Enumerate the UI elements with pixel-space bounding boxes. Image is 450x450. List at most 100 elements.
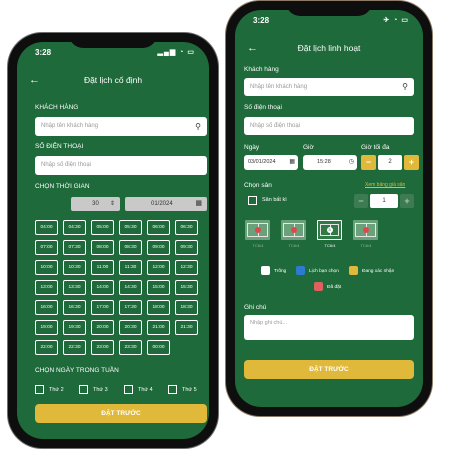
court-caption: TC6/4 xyxy=(252,243,264,248)
time-slot[interactable]: 08:30 xyxy=(119,240,142,255)
time-slot[interactable]: 04:00 xyxy=(35,220,58,235)
court-marker-icon: 3 xyxy=(326,227,333,233)
phone-label: Số điện thoại xyxy=(244,104,282,111)
any-court-checkbox[interactable] xyxy=(248,196,257,205)
max-hours-increase-button[interactable]: + xyxy=(404,155,419,170)
time-slot[interactable]: 08:00 xyxy=(91,240,114,255)
time-slot[interactable]: 23:30 xyxy=(119,340,142,355)
time-slot[interactable]: 16:00 xyxy=(35,300,58,315)
checkbox-icon xyxy=(79,385,88,395)
time-slot[interactable]: 14:00 xyxy=(91,280,114,295)
time-slot[interactable]: 14:30 xyxy=(119,280,142,295)
time-slot[interactable]: 13:00 xyxy=(35,280,58,295)
legend-swatch xyxy=(261,266,270,275)
date-picker[interactable]: 01/2024 ▦ xyxy=(125,197,207,211)
calendar-icon: ▦ xyxy=(195,200,202,207)
legend-label: Trống xyxy=(274,268,287,274)
time-slot[interactable]: 17:30 xyxy=(119,300,142,315)
time-slot[interactable]: 18:00 xyxy=(147,300,170,315)
week-label: CHỌN NGÀY TRONG TUẦN xyxy=(35,367,119,374)
max-hours-decrease-button[interactable]: − xyxy=(361,155,376,170)
court-tile[interactable] xyxy=(353,220,378,240)
time-slot[interactable]: 13:30 xyxy=(63,280,86,295)
time-slot[interactable]: 20:30 xyxy=(119,320,142,335)
time-slot[interactable]: 06:00 xyxy=(147,220,170,235)
max-hours-value: 2 xyxy=(378,155,402,170)
court-tile[interactable] xyxy=(281,220,306,240)
time-label: Giờ xyxy=(303,144,314,151)
submit-button[interactable]: ĐẶT TRƯỚC xyxy=(244,360,414,379)
weekday-checkbox-tue[interactable]: Thứ 3 xyxy=(79,385,108,395)
submit-button[interactable]: ĐẶT TRƯỚC xyxy=(35,404,207,423)
time-slot[interactable]: 11:30 xyxy=(119,260,142,275)
time-slot[interactable]: 21:00 xyxy=(147,320,170,335)
court-marker-icon xyxy=(254,227,261,233)
time-slot[interactable]: 18:30 xyxy=(175,300,198,315)
time-slot[interactable]: 09:30 xyxy=(175,240,198,255)
time-slot[interactable]: 10:30 xyxy=(63,260,86,275)
clock-icon: ◷ xyxy=(348,159,354,165)
legend-label: Đã đặt xyxy=(327,284,342,290)
note-textarea[interactable]: Nhập ghi chú... xyxy=(244,315,414,340)
time-slot[interactable]: 12:00 xyxy=(147,260,170,275)
phone-placeholder: Nhập số điện thoại xyxy=(250,123,301,129)
duration-value: 30 xyxy=(92,201,99,207)
time-slot[interactable]: 06:30 xyxy=(175,220,198,235)
checkbox-icon xyxy=(168,385,177,395)
time-slot[interactable]: 16:30 xyxy=(63,300,86,315)
legend-swatch xyxy=(349,266,358,275)
weekday-checkbox-wed[interactable]: Thứ 4 xyxy=(124,385,153,395)
time-slot[interactable]: 21:30 xyxy=(175,320,198,335)
any-court-label: Sân bất kì xyxy=(262,197,287,203)
time-slot[interactable]: 17:00 xyxy=(91,300,114,315)
weekday-checkbox-mon[interactable]: Thứ 2 xyxy=(35,385,64,395)
time-slot[interactable]: 04:30 xyxy=(63,220,86,235)
time-slot[interactable]: 22:00 xyxy=(35,340,58,355)
time-slot[interactable]: 22:30 xyxy=(63,340,86,355)
weekday-checkbox-thu[interactable]: Thứ 5 xyxy=(168,385,197,395)
time-slot[interactable]: 23:00 xyxy=(91,340,114,355)
search-icon[interactable]: ⚲ xyxy=(402,78,408,96)
time-slot[interactable]: 09:00 xyxy=(147,240,170,255)
weekday-label: Thứ 3 xyxy=(93,387,108,393)
court-tile[interactable] xyxy=(245,220,270,240)
time-slot[interactable]: 07:00 xyxy=(35,240,58,255)
time-slot[interactable]: 15:30 xyxy=(175,280,198,295)
time-slot[interactable]: 07:30 xyxy=(63,240,86,255)
phone-flexible-booking: 3:28 ✈ ◔ ▭ ← Đặt lịch linh hoạt Khách hà… xyxy=(226,1,432,416)
legend-pending: Đang xác nhận xyxy=(349,266,394,276)
duration-stepper[interactable]: 30 ⇕ xyxy=(71,197,120,211)
time-slot[interactable]: 11:00 xyxy=(91,260,114,275)
status-bar: 3:28 ✈ ◔ ▭ xyxy=(235,16,423,28)
court-tile[interactable]: 3 xyxy=(317,220,342,240)
any-court-increase-button[interactable]: + xyxy=(400,194,414,208)
note-label: Ghi chú xyxy=(244,304,267,311)
phone-input[interactable]: Nhập số điện thoại xyxy=(35,156,207,175)
legend-label: Đang xác nhận xyxy=(362,268,395,274)
time-slot[interactable]: 15:00 xyxy=(147,280,170,295)
price-table-link[interactable]: Xem bảng giá sân xyxy=(365,182,405,188)
time-slot[interactable]: 05:00 xyxy=(91,220,114,235)
customer-input[interactable]: Nhập tên khách hàng ⚲ xyxy=(244,78,414,96)
time-slot[interactable]: 19:30 xyxy=(63,320,86,335)
weekday-label: Thứ 4 xyxy=(138,387,153,393)
time-slot[interactable]: 05:30 xyxy=(119,220,142,235)
time-slot-grid: 04:00 04:30 05:00 05:30 06:00 06:30 07:00 07:30… xyxy=(35,220,198,355)
status-time: 3:28 xyxy=(253,16,270,25)
search-icon[interactable]: ⚲ xyxy=(195,117,201,136)
time-input[interactable]: 15:28 ◷ xyxy=(303,155,357,170)
back-arrow-icon[interactable]: ← xyxy=(247,40,258,56)
back-arrow-icon[interactable]: ← xyxy=(29,72,40,88)
phone-input[interactable]: Nhập số điện thoại xyxy=(244,117,414,135)
legend-swatch xyxy=(296,266,305,275)
time-slot[interactable]: 00:00 xyxy=(147,340,170,355)
time-slot[interactable]: 20:00 xyxy=(91,320,114,335)
date-input[interactable]: 03/01/2024 ▦ xyxy=(244,155,298,170)
court-label: Chọn sân xyxy=(244,182,272,189)
time-slot[interactable]: 19:00 xyxy=(35,320,58,335)
any-court-decrease-button[interactable]: − xyxy=(354,194,368,208)
time-slot[interactable]: 12:30 xyxy=(175,260,198,275)
customer-input[interactable]: Nhập tên khách hàng ⚲ xyxy=(35,117,207,136)
time-slot[interactable]: 10:00 xyxy=(35,260,58,275)
page-title: Đặt lịch linh hoạt xyxy=(297,43,361,53)
